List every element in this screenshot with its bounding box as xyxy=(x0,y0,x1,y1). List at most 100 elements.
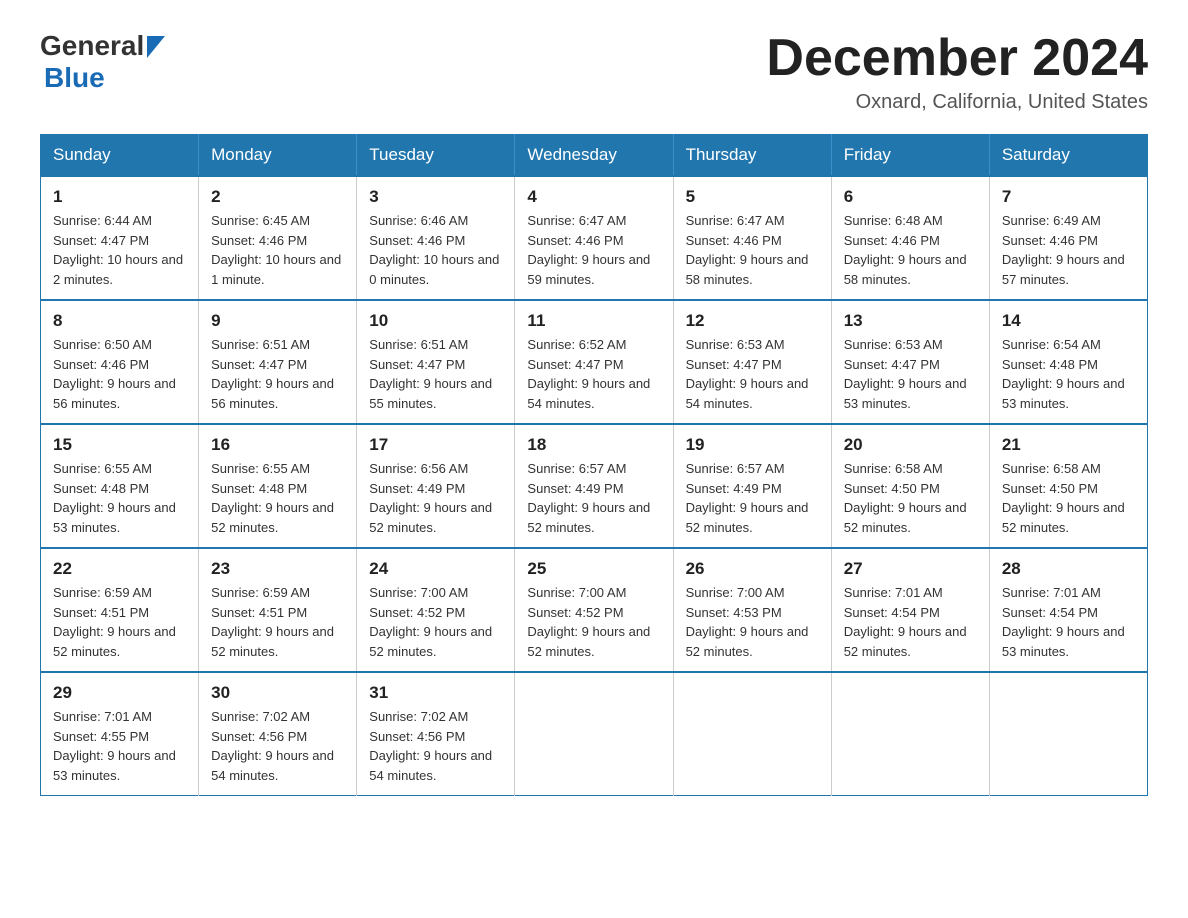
table-row: 31 Sunrise: 7:02 AM Sunset: 4:56 PM Dayl… xyxy=(357,672,515,796)
day-info: Sunrise: 7:01 AM Sunset: 4:54 PM Dayligh… xyxy=(844,583,977,661)
table-row: 19 Sunrise: 6:57 AM Sunset: 4:49 PM Dayl… xyxy=(673,424,831,548)
day-info: Sunrise: 7:00 AM Sunset: 4:53 PM Dayligh… xyxy=(686,583,819,661)
table-row: 30 Sunrise: 7:02 AM Sunset: 4:56 PM Dayl… xyxy=(199,672,357,796)
table-row: 7 Sunrise: 6:49 AM Sunset: 4:46 PM Dayli… xyxy=(989,176,1147,300)
calendar-table: Sunday Monday Tuesday Wednesday Thursday… xyxy=(40,134,1148,796)
day-info: Sunrise: 6:49 AM Sunset: 4:46 PM Dayligh… xyxy=(1002,211,1135,289)
day-number: 19 xyxy=(686,435,819,455)
day-info: Sunrise: 6:51 AM Sunset: 4:47 PM Dayligh… xyxy=(211,335,344,413)
day-number: 5 xyxy=(686,187,819,207)
table-row: 2 Sunrise: 6:45 AM Sunset: 4:46 PM Dayli… xyxy=(199,176,357,300)
calendar-header-row: Sunday Monday Tuesday Wednesday Thursday… xyxy=(41,135,1148,177)
day-info: Sunrise: 6:58 AM Sunset: 4:50 PM Dayligh… xyxy=(1002,459,1135,537)
logo: General Blue xyxy=(40,30,165,94)
day-number: 12 xyxy=(686,311,819,331)
col-thursday: Thursday xyxy=(673,135,831,177)
day-info: Sunrise: 6:53 AM Sunset: 4:47 PM Dayligh… xyxy=(686,335,819,413)
day-number: 29 xyxy=(53,683,186,703)
day-number: 23 xyxy=(211,559,344,579)
table-row: 22 Sunrise: 6:59 AM Sunset: 4:51 PM Dayl… xyxy=(41,548,199,672)
day-info: Sunrise: 6:59 AM Sunset: 4:51 PM Dayligh… xyxy=(211,583,344,661)
table-row: 1 Sunrise: 6:44 AM Sunset: 4:47 PM Dayli… xyxy=(41,176,199,300)
day-number: 6 xyxy=(844,187,977,207)
day-info: Sunrise: 6:59 AM Sunset: 4:51 PM Dayligh… xyxy=(53,583,186,661)
table-row: 10 Sunrise: 6:51 AM Sunset: 4:47 PM Dayl… xyxy=(357,300,515,424)
day-info: Sunrise: 7:00 AM Sunset: 4:52 PM Dayligh… xyxy=(369,583,502,661)
day-info: Sunrise: 6:45 AM Sunset: 4:46 PM Dayligh… xyxy=(211,211,344,289)
table-row: 29 Sunrise: 7:01 AM Sunset: 4:55 PM Dayl… xyxy=(41,672,199,796)
table-row: 5 Sunrise: 6:47 AM Sunset: 4:46 PM Dayli… xyxy=(673,176,831,300)
day-number: 24 xyxy=(369,559,502,579)
col-wednesday: Wednesday xyxy=(515,135,673,177)
day-info: Sunrise: 6:58 AM Sunset: 4:50 PM Dayligh… xyxy=(844,459,977,537)
table-row: 8 Sunrise: 6:50 AM Sunset: 4:46 PM Dayli… xyxy=(41,300,199,424)
day-info: Sunrise: 7:02 AM Sunset: 4:56 PM Dayligh… xyxy=(369,707,502,785)
day-info: Sunrise: 6:54 AM Sunset: 4:48 PM Dayligh… xyxy=(1002,335,1135,413)
day-number: 17 xyxy=(369,435,502,455)
day-number: 16 xyxy=(211,435,344,455)
day-number: 8 xyxy=(53,311,186,331)
table-row: 28 Sunrise: 7:01 AM Sunset: 4:54 PM Dayl… xyxy=(989,548,1147,672)
day-info: Sunrise: 7:02 AM Sunset: 4:56 PM Dayligh… xyxy=(211,707,344,785)
day-info: Sunrise: 7:00 AM Sunset: 4:52 PM Dayligh… xyxy=(527,583,660,661)
day-number: 21 xyxy=(1002,435,1135,455)
day-number: 7 xyxy=(1002,187,1135,207)
table-row: 23 Sunrise: 6:59 AM Sunset: 4:51 PM Dayl… xyxy=(199,548,357,672)
col-friday: Friday xyxy=(831,135,989,177)
day-info: Sunrise: 6:51 AM Sunset: 4:47 PM Dayligh… xyxy=(369,335,502,413)
day-info: Sunrise: 6:44 AM Sunset: 4:47 PM Dayligh… xyxy=(53,211,186,289)
day-number: 18 xyxy=(527,435,660,455)
day-number: 14 xyxy=(1002,311,1135,331)
calendar-week-row: 15 Sunrise: 6:55 AM Sunset: 4:48 PM Dayl… xyxy=(41,424,1148,548)
day-info: Sunrise: 6:57 AM Sunset: 4:49 PM Dayligh… xyxy=(686,459,819,537)
calendar-week-row: 29 Sunrise: 7:01 AM Sunset: 4:55 PM Dayl… xyxy=(41,672,1148,796)
day-number: 13 xyxy=(844,311,977,331)
table-row: 13 Sunrise: 6:53 AM Sunset: 4:47 PM Dayl… xyxy=(831,300,989,424)
day-number: 3 xyxy=(369,187,502,207)
table-row: 21 Sunrise: 6:58 AM Sunset: 4:50 PM Dayl… xyxy=(989,424,1147,548)
table-row: 11 Sunrise: 6:52 AM Sunset: 4:47 PM Dayl… xyxy=(515,300,673,424)
calendar-week-row: 8 Sunrise: 6:50 AM Sunset: 4:46 PM Dayli… xyxy=(41,300,1148,424)
table-row: 26 Sunrise: 7:00 AM Sunset: 4:53 PM Dayl… xyxy=(673,548,831,672)
col-tuesday: Tuesday xyxy=(357,135,515,177)
col-sunday: Sunday xyxy=(41,135,199,177)
table-row: 17 Sunrise: 6:56 AM Sunset: 4:49 PM Dayl… xyxy=(357,424,515,548)
day-info: Sunrise: 6:48 AM Sunset: 4:46 PM Dayligh… xyxy=(844,211,977,289)
table-row: 15 Sunrise: 6:55 AM Sunset: 4:48 PM Dayl… xyxy=(41,424,199,548)
calendar-week-row: 1 Sunrise: 6:44 AM Sunset: 4:47 PM Dayli… xyxy=(41,176,1148,300)
day-number: 25 xyxy=(527,559,660,579)
day-info: Sunrise: 6:57 AM Sunset: 4:49 PM Dayligh… xyxy=(527,459,660,537)
day-info: Sunrise: 6:52 AM Sunset: 4:47 PM Dayligh… xyxy=(527,335,660,413)
day-number: 15 xyxy=(53,435,186,455)
day-info: Sunrise: 6:53 AM Sunset: 4:47 PM Dayligh… xyxy=(844,335,977,413)
table-row xyxy=(673,672,831,796)
table-row xyxy=(831,672,989,796)
table-row: 9 Sunrise: 6:51 AM Sunset: 4:47 PM Dayli… xyxy=(199,300,357,424)
day-number: 22 xyxy=(53,559,186,579)
logo-text-general: General xyxy=(40,30,144,62)
day-info: Sunrise: 6:55 AM Sunset: 4:48 PM Dayligh… xyxy=(211,459,344,537)
day-number: 4 xyxy=(527,187,660,207)
table-row: 12 Sunrise: 6:53 AM Sunset: 4:47 PM Dayl… xyxy=(673,300,831,424)
title-section: December 2024 Oxnard, California, United… xyxy=(766,30,1148,114)
day-number: 31 xyxy=(369,683,502,703)
day-number: 30 xyxy=(211,683,344,703)
table-row: 6 Sunrise: 6:48 AM Sunset: 4:46 PM Dayli… xyxy=(831,176,989,300)
location-subtitle: Oxnard, California, United States xyxy=(766,91,1148,114)
table-row: 3 Sunrise: 6:46 AM Sunset: 4:46 PM Dayli… xyxy=(357,176,515,300)
day-info: Sunrise: 6:47 AM Sunset: 4:46 PM Dayligh… xyxy=(686,211,819,289)
table-row: 4 Sunrise: 6:47 AM Sunset: 4:46 PM Dayli… xyxy=(515,176,673,300)
logo-arrow-icon xyxy=(147,36,165,58)
day-number: 1 xyxy=(53,187,186,207)
day-info: Sunrise: 6:46 AM Sunset: 4:46 PM Dayligh… xyxy=(369,211,502,289)
calendar-week-row: 22 Sunrise: 6:59 AM Sunset: 4:51 PM Dayl… xyxy=(41,548,1148,672)
day-info: Sunrise: 7:01 AM Sunset: 4:55 PM Dayligh… xyxy=(53,707,186,785)
table-row: 25 Sunrise: 7:00 AM Sunset: 4:52 PM Dayl… xyxy=(515,548,673,672)
col-saturday: Saturday xyxy=(989,135,1147,177)
day-number: 2 xyxy=(211,187,344,207)
day-number: 20 xyxy=(844,435,977,455)
day-number: 27 xyxy=(844,559,977,579)
day-number: 26 xyxy=(686,559,819,579)
table-row xyxy=(989,672,1147,796)
table-row: 24 Sunrise: 7:00 AM Sunset: 4:52 PM Dayl… xyxy=(357,548,515,672)
